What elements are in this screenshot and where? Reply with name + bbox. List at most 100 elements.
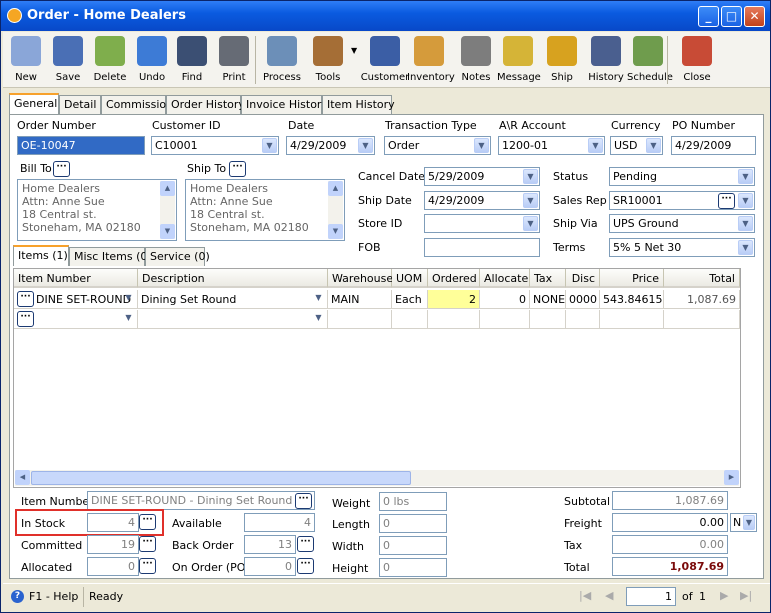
chevron-down-icon[interactable]: ▼ <box>738 193 753 208</box>
tab-detail[interactable]: Detail <box>59 95 101 114</box>
notes-toolbar-button[interactable]: Notes <box>455 34 497 86</box>
chevron-down-icon[interactable]: ▼ <box>738 216 753 231</box>
tools-dropdown-icon[interactable]: ▼ <box>351 46 357 55</box>
last-page-icon[interactable]: ▶| <box>740 589 752 602</box>
tab-item-history[interactable]: Item History <box>322 95 395 114</box>
cell-warehouse[interactable]: MAIN <box>328 290 392 309</box>
maximize-button[interactable]: □ <box>721 6 742 27</box>
history-toolbar-button[interactable]: History <box>585 34 627 86</box>
item-detail-button[interactable]: ··· <box>295 493 312 509</box>
ship-to-scrollbar[interactable]: ▲ ▼ <box>328 181 343 239</box>
cell-price[interactable]: 543.84615 <box>600 290 664 309</box>
column-header[interactable]: Disc <box>566 269 600 288</box>
bill-to-scrollbar[interactable]: ▲ ▼ <box>160 181 175 239</box>
previous-page-icon[interactable]: ◀ <box>605 589 613 602</box>
delete-toolbar-button[interactable]: Delete <box>89 34 131 86</box>
column-header[interactable]: Ordered <box>428 269 480 288</box>
scroll-down-icon[interactable]: ▼ <box>160 224 175 239</box>
cell-tax[interactable]: NONE <box>530 290 566 309</box>
freight-field[interactable]: 0.00 <box>612 513 728 532</box>
tools-toolbar-button[interactable]: Tools <box>307 34 349 86</box>
message-toolbar-button[interactable]: Message <box>497 34 541 86</box>
item-lookup-button[interactable]: ··· <box>17 291 34 307</box>
inventory-toolbar-button[interactable]: Inventory <box>407 34 455 86</box>
new-row-cell[interactable] <box>392 310 428 329</box>
page-number-input[interactable]: 1 <box>626 587 676 606</box>
chevron-down-icon[interactable]: ▼ <box>474 138 489 153</box>
new-row-cell[interactable] <box>530 310 566 329</box>
undo-toolbar-button[interactable]: Undo <box>131 34 173 86</box>
chevron-down-icon[interactable]: ▼ <box>588 138 603 153</box>
column-header[interactable]: UOM <box>392 269 428 288</box>
back-order-lookup-button[interactable]: ··· <box>297 536 314 552</box>
ship-to-lookup-button[interactable]: ··· <box>229 161 246 177</box>
tab-general[interactable]: General <box>9 93 59 114</box>
chevron-down-icon[interactable]: ▼ <box>121 291 136 306</box>
chevron-down-icon[interactable]: ▼ <box>523 169 538 184</box>
cell-item-number[interactable]: ··· DINE SET-ROUND ▼ <box>14 290 138 309</box>
help-icon[interactable]: ? <box>11 590 24 603</box>
first-page-icon[interactable]: |◀ <box>579 589 591 602</box>
freight-type-select[interactable]: N ▼ <box>730 513 757 532</box>
close-toolbar-button[interactable]: Close <box>675 34 719 86</box>
chevron-down-icon[interactable]: ▼ <box>646 138 661 153</box>
ar-account-field[interactable]: 1200-01 ▼ <box>498 136 605 155</box>
title-bar[interactable]: Order - Home Dealers _ □ ✕ <box>1 1 770 31</box>
scroll-right-icon[interactable]: ▶ <box>724 470 739 485</box>
tab-items[interactable]: Items (1) <box>13 245 69 266</box>
next-page-icon[interactable]: ▶ <box>720 589 728 602</box>
process-toolbar-button[interactable]: Process <box>261 34 303 86</box>
save-toolbar-button[interactable]: Save <box>47 34 89 86</box>
chevron-down-icon[interactable]: ▼ <box>523 193 538 208</box>
po-number-field[interactable]: 4/29/2009 <box>671 136 756 155</box>
status-select[interactable]: Pending ▼ <box>609 167 755 186</box>
tab-service[interactable]: Service (0) <box>145 247 210 266</box>
scrollbar-thumb[interactable] <box>31 471 411 485</box>
chevron-down-icon[interactable]: ▼ <box>743 515 755 530</box>
date-field[interactable]: 4/29/2009 ▼ <box>286 136 375 155</box>
tab-order-history[interactable]: Order History <box>166 95 245 114</box>
order-number-field[interactable]: OE-10047 <box>17 136 145 155</box>
ship-date-field[interactable]: 4/29/2009 ▼ <box>424 191 540 210</box>
new-row-description[interactable]: ▼ <box>138 310 328 329</box>
bill-to-lookup-button[interactable]: ··· <box>53 161 70 177</box>
close-window-button[interactable]: ✕ <box>744 6 765 27</box>
tab-invoice-history[interactable]: Invoice History <box>241 95 328 114</box>
ship-via-select[interactable]: UPS Ground ▼ <box>609 214 755 233</box>
column-header[interactable]: Tax <box>530 269 566 288</box>
currency-select[interactable]: USD ▼ <box>610 136 663 155</box>
new-row-cell[interactable] <box>328 310 392 329</box>
chevron-down-icon[interactable]: ▼ <box>738 240 753 255</box>
items-grid[interactable]: Item Number Description Warehouse UOM Or… <box>13 268 741 488</box>
store-id-field[interactable]: ▼ <box>424 214 540 233</box>
column-header[interactable]: Price <box>600 269 664 288</box>
chevron-down-icon[interactable]: ▼ <box>358 138 373 153</box>
tab-commission[interactable]: Commission <box>101 95 173 114</box>
schedule-toolbar-button[interactable]: Schedule <box>627 34 673 86</box>
new-row-item-number[interactable]: ··· ▼ <box>14 310 138 329</box>
cell-uom[interactable]: Each <box>392 290 428 309</box>
chevron-down-icon[interactable]: ▼ <box>738 169 753 184</box>
find-toolbar-button[interactable]: Find <box>171 34 213 86</box>
ship-toolbar-button[interactable]: Ship <box>541 34 583 86</box>
on-order-lookup-button[interactable]: ··· <box>297 558 314 574</box>
help-text[interactable]: F1 - Help <box>29 590 78 603</box>
new-row-cell[interactable] <box>600 310 664 329</box>
committed-lookup-button[interactable]: ··· <box>139 536 156 552</box>
cell-description[interactable]: Dining Set Round ▼ <box>138 290 328 309</box>
chevron-down-icon[interactable]: ▼ <box>523 216 538 231</box>
ship-to-address[interactable]: Home Dealers Attn: Anne Sue 18 Central s… <box>185 179 345 241</box>
new-row-cell[interactable] <box>480 310 530 329</box>
scroll-up-icon[interactable]: ▲ <box>328 181 343 196</box>
new-toolbar-button[interactable]: New <box>5 34 47 86</box>
column-header[interactable]: Description <box>138 269 328 288</box>
column-header[interactable]: Item Number <box>14 269 138 288</box>
customer-id-field[interactable]: C10001 ▼ <box>151 136 279 155</box>
scroll-up-icon[interactable]: ▲ <box>160 181 175 196</box>
column-header[interactable]: Allocate <box>480 269 530 288</box>
chevron-down-icon[interactable]: ▼ <box>311 311 326 326</box>
chevron-down-icon[interactable]: ▼ <box>121 311 136 326</box>
sales-rep-field[interactable]: SR10001 ··· ▼ <box>609 191 755 210</box>
bill-to-address[interactable]: Home Dealers Attn: Anne Sue 18 Central s… <box>17 179 177 241</box>
horizontal-scrollbar[interactable]: ◀ ▶ <box>15 470 739 486</box>
